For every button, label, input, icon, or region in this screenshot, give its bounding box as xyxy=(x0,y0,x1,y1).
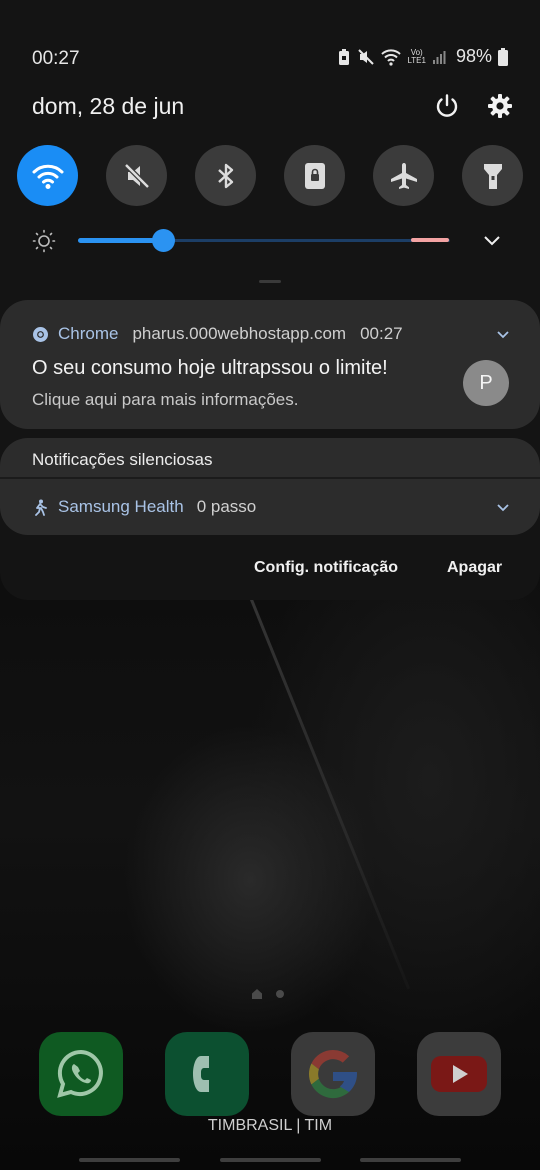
whatsapp-app[interactable] xyxy=(39,1032,123,1116)
shade-handle[interactable] xyxy=(259,280,281,283)
youtube-app[interactable] xyxy=(417,1032,501,1116)
page-dot xyxy=(276,990,284,998)
nav-back-bar[interactable] xyxy=(360,1158,461,1162)
airplane-toggle[interactable] xyxy=(373,145,434,206)
battery-icon xyxy=(498,47,508,66)
signal-icon xyxy=(432,50,446,64)
brightness-high-zone xyxy=(411,238,449,242)
chevron-down-icon[interactable] xyxy=(497,330,509,339)
flashlight-icon xyxy=(483,163,502,189)
chrome-notification[interactable]: Chrome pharus.000webhostapp.com 00:27 O … xyxy=(0,300,540,429)
notification-app-name: Chrome xyxy=(58,324,119,343)
chrome-icon xyxy=(33,326,48,342)
power-icon xyxy=(436,94,458,117)
notification-domain: pharus.000webhostapp.com xyxy=(132,324,347,343)
gear-icon xyxy=(488,94,512,118)
bluetooth-icon xyxy=(217,163,233,188)
nav-home-bar[interactable] xyxy=(220,1158,321,1162)
mute-icon xyxy=(123,162,150,189)
bluetooth-toggle[interactable] xyxy=(195,145,256,206)
notification-text: Clique aqui para mais informações. xyxy=(32,390,299,409)
status-bar: 00:27 Vo) LTE1 98% xyxy=(0,40,540,76)
battery-percentage: 98% xyxy=(455,46,492,66)
brightness-slider[interactable] xyxy=(30,225,510,257)
carrier-label: TIMBRASIL | TIM xyxy=(207,1117,333,1134)
status-icons: Vo) LTE1 98% xyxy=(337,46,508,67)
wifi-icon xyxy=(32,164,63,189)
walking-person-icon xyxy=(35,499,47,516)
chevron-down-icon[interactable] xyxy=(483,234,501,248)
battery-saver-icon xyxy=(339,48,350,65)
youtube-icon xyxy=(431,1056,487,1092)
google-icon xyxy=(308,1050,357,1099)
brightness-icon xyxy=(32,229,56,253)
settings-button[interactable] xyxy=(486,92,514,120)
nav-recents-bar[interactable] xyxy=(79,1158,180,1162)
home-page-icon xyxy=(252,989,262,999)
rotation-lock-toggle[interactable] xyxy=(284,145,345,206)
whatsapp-icon xyxy=(57,1049,103,1098)
silent-notifications-header: Notificações silenciosas xyxy=(0,438,540,478)
clear-all-button[interactable]: Apagar xyxy=(447,559,502,577)
step-count: 0 passo xyxy=(196,497,257,516)
silent-header-label: Notificações silenciosas xyxy=(32,450,213,469)
chevron-down-icon[interactable] xyxy=(497,503,509,512)
brightness-fill xyxy=(78,238,164,243)
flashlight-toggle[interactable] xyxy=(462,145,523,206)
phone-icon xyxy=(193,1056,209,1092)
date-label: dom, 28 de jun xyxy=(32,93,185,119)
google-app[interactable] xyxy=(291,1032,375,1116)
wifi-status-icon xyxy=(381,48,402,66)
brightness-thumb[interactable] xyxy=(152,229,176,252)
sound-toggle[interactable] xyxy=(106,145,167,206)
quick-settings-row xyxy=(17,145,523,207)
notification-time: 00:27 xyxy=(360,324,403,343)
mute-icon xyxy=(358,48,375,65)
wifi-toggle[interactable] xyxy=(17,145,78,206)
samsung-health-notification[interactable]: Samsung Health 0 passo xyxy=(0,479,540,535)
notification-title: O seu consumo hoje ultrapssou o limite! xyxy=(32,357,388,379)
notification-header: Chrome pharus.000webhostapp.com 00:27 xyxy=(32,324,403,344)
status-time: 00:27 xyxy=(32,48,80,69)
notification-app-name: Samsung Health xyxy=(58,497,184,516)
notification-header: Samsung Health 0 passo xyxy=(32,497,256,517)
power-button[interactable] xyxy=(433,92,461,120)
portrait-lock-icon xyxy=(304,162,325,189)
phone-app[interactable] xyxy=(165,1032,249,1116)
avatar: P xyxy=(463,360,509,406)
notification-settings-button[interactable]: Config. notificação xyxy=(254,559,398,577)
page-indicator xyxy=(252,989,284,999)
airplane-icon xyxy=(390,162,417,189)
network-type-label: Vo) LTE1 xyxy=(407,47,426,65)
